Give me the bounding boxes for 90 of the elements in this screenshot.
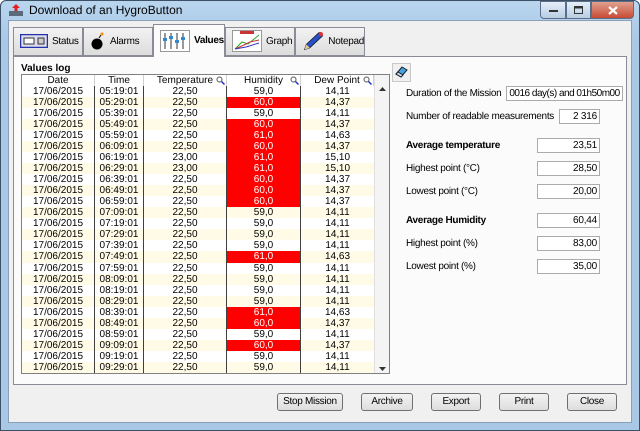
- table-cell-text: 14,11: [324, 328, 351, 340]
- scroll-down-icon[interactable]: [378, 367, 386, 371]
- tab[interactable]: Notepad: [295, 26, 365, 56]
- table-cell: 17/06/2015: [22, 362, 95, 373]
- tab[interactable]: Alarms: [83, 26, 153, 56]
- table-cell: 61,0: [227, 251, 301, 263]
- close-icon: [608, 6, 618, 14]
- table-cell-text: 14,37: [324, 318, 352, 329]
- table-cell: 60,0: [227, 185, 301, 196]
- table-cell-text: 14,11: [324, 284, 351, 296]
- sliders-icon: [160, 30, 190, 52]
- search-icon[interactable]: [290, 76, 299, 85]
- table-cell: 09:29:01: [95, 362, 144, 373]
- table-cell-text: 15,10: [324, 152, 352, 164]
- table-cell-text: 14,11: [324, 108, 351, 119]
- action-button[interactable]: Stop Mission: [277, 392, 343, 410]
- table-cell: 22,50: [144, 362, 227, 373]
- table-cell: 59,0: [227, 362, 301, 373]
- table-cell: 60,0: [227, 96, 301, 108]
- maximize-button[interactable]: [566, 1, 591, 19]
- field-label: Average temperature: [406, 140, 500, 152]
- value-field[interactable]: 83,00: [537, 236, 600, 252]
- table-cell: 60,0: [227, 174, 301, 186]
- field-label: Average Humidity: [406, 215, 486, 226]
- table-cell: 61,0: [227, 152, 301, 164]
- tab[interactable]: Values: [153, 24, 225, 57]
- minimize-icon: [548, 8, 558, 12]
- table-cell: 60,0: [227, 318, 301, 329]
- value-field[interactable]: 60,44: [537, 213, 600, 228]
- table-cell-text: 14,11: [324, 240, 351, 252]
- table-cell-text: 14,11: [324, 86, 351, 97]
- search-icon[interactable]: [216, 76, 225, 85]
- value-field[interactable]: 35,00: [537, 259, 600, 274]
- table-cell-text: 15,10: [324, 163, 352, 174]
- tab[interactable]: Graph: [225, 26, 295, 56]
- field-label: Lowest point (%): [406, 261, 476, 272]
- search-icon[interactable]: [363, 76, 372, 85]
- value-field[interactable]: 0016 day(s) and 01h50m00: [506, 86, 623, 102]
- table-cell-text: 14,37: [324, 141, 352, 152]
- table-cell-text: 14,11: [324, 274, 351, 285]
- table-cell-text: 14,11: [324, 350, 351, 362]
- table-cell: 60,0: [227, 118, 301, 130]
- table-cell-text: 14,37: [324, 196, 352, 208]
- value-field[interactable]: 2 316: [559, 109, 600, 124]
- minimize-button[interactable]: [540, 1, 566, 19]
- table-cell: 60,0: [227, 340, 301, 351]
- window-title: Download of an HygroButton: [29, 3, 182, 18]
- eraser-button[interactable]: [392, 62, 411, 82]
- action-button[interactable]: Archive: [361, 392, 413, 410]
- eraser-icon: [395, 66, 408, 78]
- value-field[interactable]: 28,50: [537, 161, 600, 176]
- display-icon: [20, 34, 48, 48]
- value-field[interactable]: 23,51: [537, 138, 600, 154]
- table-title: Values log: [21, 62, 72, 74]
- scroll-up-icon[interactable]: [378, 86, 386, 91]
- bomb-icon: [90, 32, 106, 50]
- maximize-icon: [574, 6, 583, 14]
- table-cell-text: 14,37: [324, 174, 352, 186]
- table-cell-text: 14,11: [324, 362, 351, 373]
- field-label: Highest point (%): [406, 238, 478, 250]
- field-label: Duration of the Mission: [406, 88, 502, 100]
- field-label: Number of readable measurements: [406, 111, 554, 122]
- table-cell-text: 14,37: [324, 118, 352, 130]
- field-label: Lowest point (°C): [406, 186, 478, 198]
- table-cell-text: 14,11: [324, 296, 351, 307]
- table-cell: 60,0: [227, 196, 301, 208]
- table-cell-text: 14,37: [324, 96, 352, 108]
- action-button[interactable]: Close: [567, 392, 617, 410]
- table-cell-text: 14,37: [324, 340, 352, 351]
- table-cell-text: 14,11: [324, 262, 351, 274]
- table-cell: 60,0: [227, 141, 301, 152]
- table-cell-text: 14,63: [324, 306, 352, 318]
- close-button[interactable]: [591, 1, 634, 19]
- chart-icon: [232, 30, 262, 52]
- value-field[interactable]: 20,00: [537, 184, 600, 200]
- table-cell: 61,0: [227, 130, 301, 142]
- table-cell: 61,0: [227, 306, 301, 318]
- table-cell-text: 14,11: [324, 229, 351, 240]
- table-cell-text: 14,11: [324, 218, 351, 230]
- table-cell-text: 14,63: [324, 251, 352, 263]
- table-cell-text: 14,63: [324, 130, 352, 142]
- table-cell-text: 14,11: [324, 207, 351, 218]
- scrollbar[interactable]: [374, 74, 389, 373]
- download-icon: [8, 3, 24, 18]
- tab[interactable]: Status: [13, 26, 83, 56]
- action-button[interactable]: Export: [431, 392, 481, 410]
- table-cell-text: 14,37: [324, 185, 352, 196]
- action-button[interactable]: Print: [499, 392, 549, 410]
- field-label: Highest point (°C): [406, 163, 480, 174]
- table-cell: 61,0: [227, 163, 301, 174]
